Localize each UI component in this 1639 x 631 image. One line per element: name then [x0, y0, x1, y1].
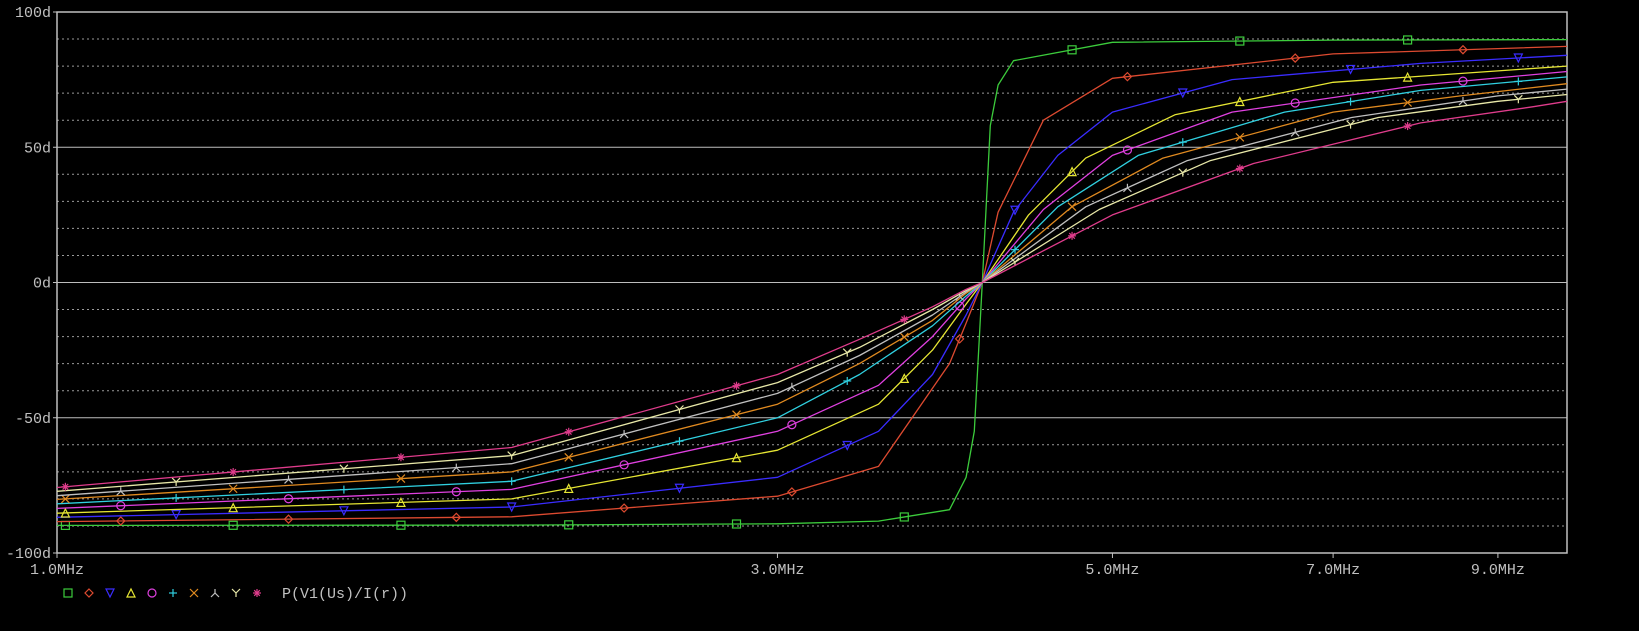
data-point-marker: [189, 588, 199, 598]
data-point-marker: [1514, 77, 1523, 86]
data-point-marker: [126, 587, 136, 598]
data-point-marker: [1346, 97, 1355, 106]
data-point-marker: [619, 429, 629, 439]
y-axis-tick-labels: 100d 50d 0d -50d -100d: [6, 5, 51, 563]
legend-trace-label[interactable]: P(V1(Us)/I(r)): [282, 586, 408, 603]
data-point-marker: [675, 405, 684, 414]
y-tick-label: -50d: [15, 411, 51, 428]
series-trace[interactable]: [56, 76, 1568, 505]
data-point-marker: [63, 588, 73, 598]
series-line[interactable]: [56, 100, 1568, 489]
x-tick-label: 5.0MHz: [1085, 562, 1139, 579]
data-point-marker: [842, 348, 852, 357]
data-point-marker: [1178, 168, 1188, 177]
data-point-marker: [396, 453, 405, 462]
series-line[interactable]: [56, 83, 1568, 501]
y-tick-label: 0d: [33, 276, 51, 293]
series-line[interactable]: [56, 70, 1568, 510]
grid: [57, 38, 1567, 527]
series-trace[interactable]: [56, 44, 1568, 526]
axes: [53, 11, 1568, 558]
data-point-marker: [231, 588, 241, 597]
data-point-marker: [105, 588, 115, 599]
series-line[interactable]: [56, 54, 1568, 518]
data-point-marker: [899, 332, 909, 342]
data-point-marker: [1346, 120, 1355, 129]
series-trace[interactable]: [56, 100, 1568, 491]
x-tick-label: 1.0MHz: [30, 562, 84, 579]
data-point-marker: [507, 477, 516, 486]
y-tick-label: 100d: [15, 5, 51, 22]
legend-markers: [63, 587, 261, 599]
data-point-marker: [1403, 122, 1412, 131]
data-point-marker: [84, 588, 94, 598]
data-point-marker: [339, 485, 348, 494]
data-point-marker: [61, 482, 70, 491]
data-point-marker: [1290, 128, 1300, 137]
series-trace[interactable]: [56, 53, 1568, 520]
x-tick-label: 3.0MHz: [750, 562, 804, 579]
series-trace[interactable]: [56, 65, 1568, 518]
data-point-marker: [900, 315, 909, 324]
data-point-marker: [1068, 231, 1077, 240]
data-point-marker: [147, 588, 157, 598]
data-point-marker: [1178, 138, 1187, 147]
y-tick-label: -100d: [6, 546, 51, 563]
x-tick-label: 7.0MHz: [1306, 562, 1360, 579]
data-point-marker: [172, 493, 181, 502]
data-point-marker: [787, 382, 797, 392]
data-point-marker: [1122, 183, 1132, 193]
series-trace[interactable]: [56, 70, 1568, 511]
series-line[interactable]: [56, 76, 1568, 505]
data-point-marker: [843, 376, 852, 385]
data-point-marker: [253, 589, 261, 597]
series-line[interactable]: [56, 45, 1568, 523]
data-point-marker: [1235, 132, 1245, 142]
data-point-marker: [732, 381, 741, 390]
legend: P(V1(Us)/I(r)): [63, 586, 408, 603]
data-point-marker: [1067, 202, 1077, 212]
x-tick-label: 9.0MHz: [1471, 562, 1525, 579]
series-line[interactable]: [56, 93, 1568, 492]
data-point-marker: [564, 427, 573, 436]
series-trace[interactable]: [56, 83, 1568, 504]
y-tick-label: 50d: [24, 140, 51, 157]
series-trace[interactable]: [56, 93, 1568, 492]
chart-window: 1.0MHz 3.0MHz 5.0MHz 7.0MHz 9.0MHz 100d 50d 0d…: [0, 0, 1639, 631]
data-point-marker: [1235, 164, 1244, 173]
x-axis-tick-labels: 1.0MHz 3.0MHz 5.0MHz 7.0MHz 9.0MHz: [30, 562, 1525, 579]
data-point-marker: [229, 468, 238, 477]
data-point-marker: [210, 589, 220, 598]
series-line[interactable]: [56, 65, 1568, 514]
data-point-marker: [675, 437, 684, 446]
data-point-marker: [169, 589, 177, 597]
phase-plot: 1.0MHz 3.0MHz 5.0MHz 7.0MHz 9.0MHz 100d 50d 0d…: [6, 5, 1568, 603]
